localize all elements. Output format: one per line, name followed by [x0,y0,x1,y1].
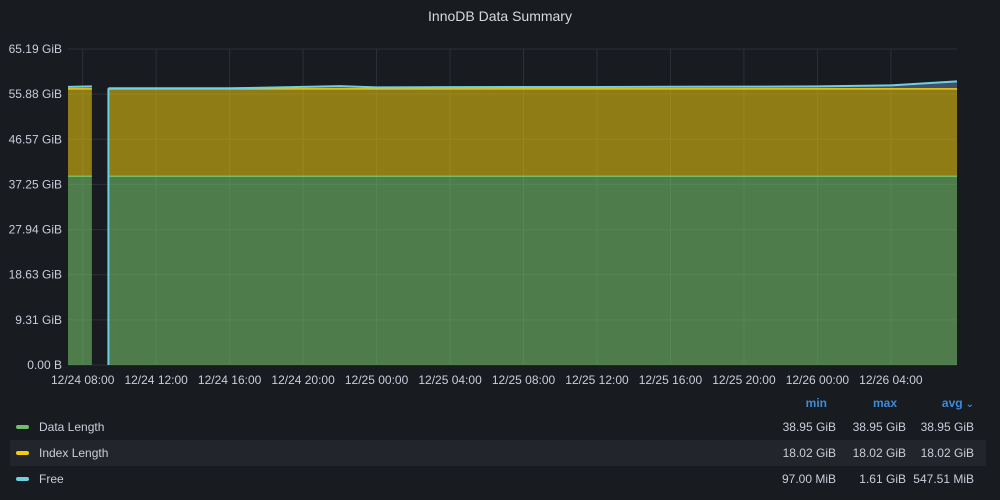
legend-header-avg-label: avg [941,396,963,410]
y-tick-label: 18.63 GiB [9,268,62,282]
legend-header-avg[interactable]: avg ⌄ [922,396,974,412]
legend-max: 18.02 GiB [852,446,906,460]
legend-label[interactable]: Free [39,472,64,486]
x-tick-label: 12/25 16:00 [639,373,703,387]
legend-row-index-length[interactable]: Index Length 18.02 GiB 18.02 GiB 18.02 G… [10,440,986,466]
legend-row-data-length[interactable]: Data Length 38.95 GiB 38.95 GiB 38.95 Gi… [10,414,986,440]
legend-swatch-data-length[interactable] [16,425,29,429]
y-tick-label: 9.31 GiB [15,313,62,327]
legend-label[interactable]: Data Length [39,420,104,434]
y-tick-label: 27.94 GiB [9,223,62,237]
legend-row-free[interactable]: Free 97.00 MiB 1.61 GiB 547.51 MiB [10,466,986,492]
x-tick-label: 12/24 08:00 [51,373,115,387]
legend-header-max[interactable]: max [852,396,897,412]
area-index-length [108,88,958,177]
legend-avg: 18.02 GiB [920,446,974,460]
legend-min: 97.00 MiB [781,472,836,486]
y-tick-label: 0.00 B [27,358,62,372]
x-tick-label: 12/25 20:00 [712,373,776,387]
y-tick-label: 55.88 GiB [9,87,62,101]
x-tick-label: 12/24 20:00 [271,373,335,387]
chart-panel: InnoDB Data Summary 0.00 B 9.31 GiB 18.63 … [0,0,1000,500]
area-data-length [68,176,92,365]
legend-min: 18.02 GiB [782,446,836,460]
legend-max: 38.95 GiB [852,420,906,434]
x-tick-label: 12/25 04:00 [418,373,482,387]
x-tick-label: 12/25 00:00 [345,373,409,387]
y-tick-label: 37.25 GiB [9,177,62,191]
chart-canvas[interactable]: 0.00 B 9.31 GiB 18.63 GiB 27.94 GiB 37.25 Gi… [0,0,1000,390]
x-tick-label: 12/25 12:00 [565,373,629,387]
sort-desc-icon: ⌄ [965,399,974,410]
y-tick-label: 65.19 GiB [9,42,62,56]
x-tick-label: 12/26 00:00 [786,373,850,387]
x-tick-label: 12/26 04:00 [859,373,923,387]
legend-min: 38.95 GiB [782,420,836,434]
legend-avg: 38.95 GiB [920,420,974,434]
area-index-length [68,88,92,177]
y-tick-label: 46.57 GiB [9,132,62,146]
legend-swatch-free[interactable] [16,477,29,481]
legend-max: 1.61 GiB [859,472,906,486]
legend-swatch-index-length[interactable] [16,451,29,455]
legend-avg: 547.51 MiB [913,472,974,486]
x-tick-label: 12/25 08:00 [492,373,556,387]
area-data-length [108,176,958,365]
x-tick-label: 12/24 16:00 [198,373,262,387]
legend-header-min[interactable]: min [782,396,827,412]
legend-label[interactable]: Index Length [39,446,108,460]
x-tick-label: 12/24 12:00 [124,373,188,387]
